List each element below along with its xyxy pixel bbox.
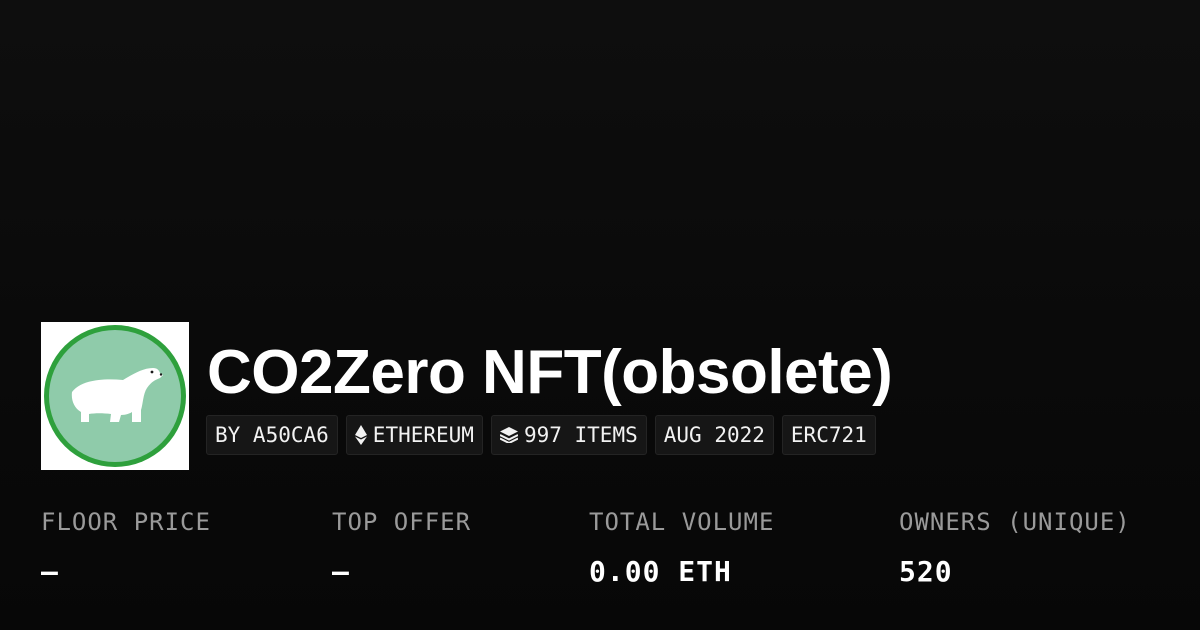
- stat-top-offer: TOP OFFER —: [332, 505, 471, 589]
- stat-value: —: [41, 555, 59, 588]
- stat-floor-price: FLOOR PRICE —: [41, 505, 211, 589]
- stat-label: TOTAL VOLUME: [589, 508, 775, 536]
- layers-icon: [499, 427, 518, 443]
- standard-tag: ERC721: [781, 415, 876, 455]
- collection-avatar: [41, 322, 189, 470]
- collection-title: CO2Zero NFT(obsolete): [207, 338, 893, 407]
- creator-label: BY A50CA6: [215, 423, 329, 447]
- stat-label: OWNERS (UNIQUE): [899, 508, 1131, 536]
- collection-tags: BY A50CA6 ETHEREUM 997 ITEMS AUG 2022 ER…: [206, 415, 876, 455]
- stat-value: —: [332, 555, 350, 588]
- items-tag[interactable]: 997 ITEMS: [490, 415, 647, 455]
- ethereum-icon: [354, 425, 367, 445]
- polar-bear-logo-icon: [44, 325, 186, 467]
- chain-tag[interactable]: ETHEREUM: [345, 415, 483, 455]
- stat-value: 0.00 ETH: [589, 555, 732, 588]
- stat-total-volume: TOTAL VOLUME 0.00 ETH: [589, 505, 774, 589]
- collection-preview-card: CO2Zero NFT(obsolete) BY A50CA6 ETHEREUM: [0, 0, 1200, 630]
- stat-value: 520: [899, 555, 953, 588]
- chain-label: ETHEREUM: [372, 423, 474, 447]
- items-label: 997 ITEMS: [523, 423, 638, 447]
- date-label: AUG 2022: [663, 423, 765, 447]
- creator-tag[interactable]: BY A50CA6: [206, 415, 338, 455]
- date-tag: AUG 2022: [654, 415, 774, 455]
- stat-label: FLOOR PRICE: [41, 508, 211, 536]
- standard-label: ERC721: [790, 423, 867, 447]
- stat-owners: OWNERS (UNIQUE) 520: [899, 505, 1131, 589]
- stat-label: TOP OFFER: [332, 508, 472, 536]
